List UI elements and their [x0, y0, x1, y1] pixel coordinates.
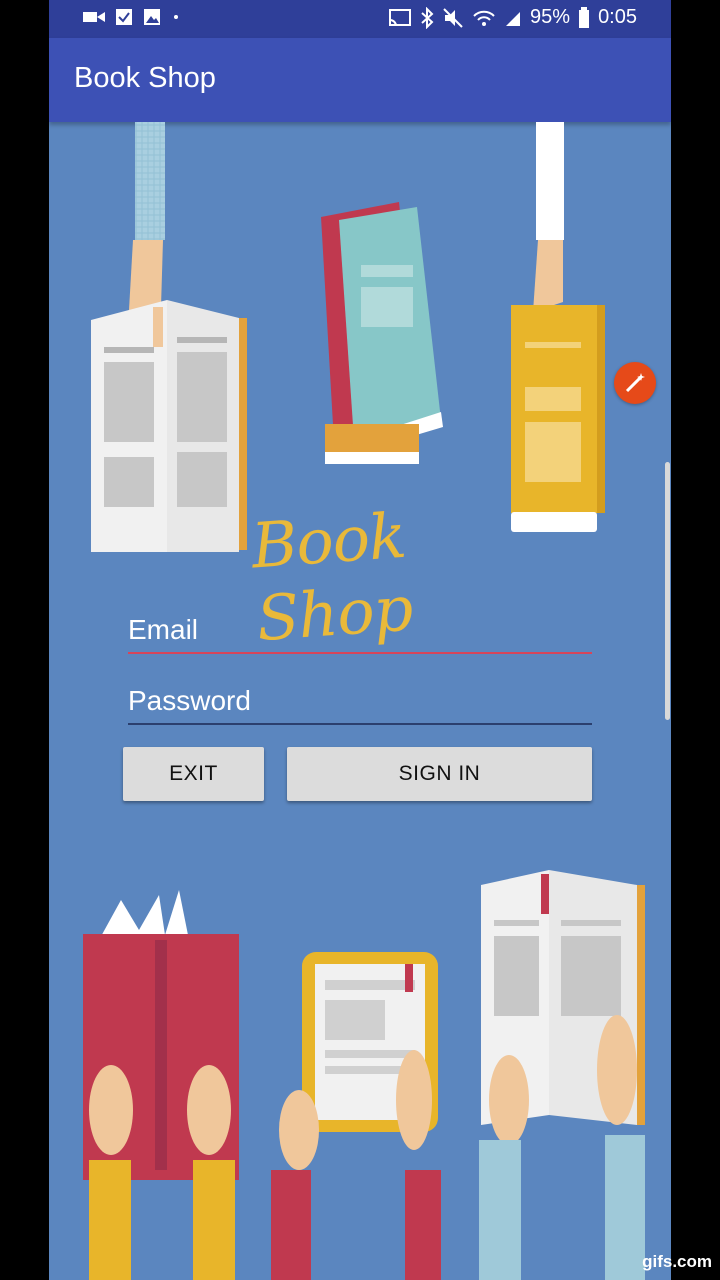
video-icon [83, 12, 105, 22]
image-icon [144, 9, 160, 25]
magic-wand-icon [625, 373, 645, 393]
app-bar: Book Shop [49, 38, 671, 122]
battery-percent: 95% [530, 6, 571, 28]
clock: 0:05 [598, 6, 637, 28]
password-field[interactable] [128, 685, 592, 725]
password-input[interactable] [128, 685, 592, 723]
bluetooth-icon [421, 6, 434, 29]
dot-icon [174, 15, 178, 19]
signal-icon [506, 11, 521, 26]
sign-in-button[interactable]: SIGN IN [287, 747, 592, 801]
email-field[interactable] [128, 614, 592, 654]
magic-wand-button[interactable] [614, 362, 656, 404]
cast-icon [389, 8, 412, 26]
app-title: Book Shop [74, 62, 216, 94]
exit-button[interactable]: EXIT [123, 747, 264, 801]
password-underline [128, 723, 592, 725]
mute-icon [443, 7, 463, 28]
email-input[interactable] [128, 614, 592, 652]
email-underline [128, 652, 592, 654]
wifi-icon [473, 10, 495, 26]
check-icon [116, 9, 132, 25]
scrollbar[interactable] [665, 462, 670, 720]
status-bar: 95% 0:05 [49, 0, 671, 38]
phone-screen: 95% 0:05 Book Shop Book Shop Email EXIT … [49, 0, 671, 1280]
books-illustration-bottom [83, 870, 645, 1280]
battery-icon [579, 6, 590, 28]
watermark: gifs.com [642, 1252, 712, 1271]
